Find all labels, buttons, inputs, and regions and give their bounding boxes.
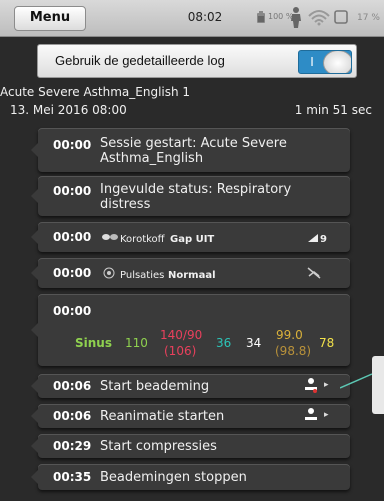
entry-notch xyxy=(31,323,38,337)
person-icon xyxy=(291,7,301,28)
chevron-right-icon: ▸ xyxy=(324,380,329,390)
log-entry[interactable]: 00:06 Reanimatie starten ▸ xyxy=(31,404,350,428)
vital-blood-pressure: 140/90 xyxy=(160,328,203,342)
toggle-on-label: I xyxy=(310,55,314,69)
percent-text: 17 % xyxy=(357,13,380,23)
entry-time: 00:29 xyxy=(53,439,92,453)
vital-temperature-core: (98.8) xyxy=(275,344,312,358)
log-entry[interactable]: 00:35 Beademingen stoppen xyxy=(31,464,350,490)
entry-notch xyxy=(31,143,38,157)
entry-time: 00:00 xyxy=(53,266,92,280)
log-entry[interactable]: 00:00 Sessie gestart: Acute Severe Asthm… xyxy=(31,128,350,172)
log-entry[interactable]: 00:06 Start beademing ▸ xyxy=(31,374,350,398)
entry-time: 00:00 xyxy=(53,230,92,244)
scenario-duration: 1 min 51 sec xyxy=(294,103,372,117)
entry-notch xyxy=(31,470,38,484)
status-bar: Menu 08:02 100 % 17 % xyxy=(0,0,384,37)
stethoscope-icon xyxy=(102,234,118,240)
entry-time: 00:35 xyxy=(53,470,92,484)
vital-map: (106) xyxy=(164,344,197,358)
entry-notch xyxy=(31,230,38,244)
entry-time: 00:00 xyxy=(53,184,92,198)
menu-button[interactable]: Menu xyxy=(14,6,86,31)
log-entry[interactable]: 00:00 Ingevulde status: Respiratory dist… xyxy=(31,176,350,216)
entry-label: Korotkoff xyxy=(120,234,165,245)
scenario-date: 13. Mei 2016 08:00 xyxy=(10,103,127,117)
entry-notch xyxy=(31,409,38,423)
vital-rhythm: Sinus xyxy=(75,336,112,350)
entry-value: Normaal xyxy=(168,270,216,281)
vital-temperature: 99.0 xyxy=(276,328,303,342)
entry-time: 00:00 xyxy=(53,138,92,152)
wifi-icon xyxy=(308,10,330,26)
entry-time: 00:06 xyxy=(53,379,92,393)
caregiver-icon xyxy=(305,408,317,420)
detailed-log-bar: Gebruik de gedetailleerde log I xyxy=(37,44,357,78)
entry-text: Ingevulde status: Respiratory distress xyxy=(100,182,292,212)
entry-text: Sessie gestart: Acute Severe Asthma_Engl… xyxy=(100,136,287,166)
entry-text: Start compressies xyxy=(100,439,217,454)
log-entry[interactable]: 00:29 Start compressies xyxy=(31,434,350,458)
pulse-icon xyxy=(103,267,115,279)
entry-notch xyxy=(31,189,38,203)
vital-etco2: 34 xyxy=(246,336,262,350)
pulse-off-icon xyxy=(307,267,321,279)
signal-icon xyxy=(308,234,318,242)
log-entry[interactable]: 00:00 Korotkoff Gap UIT 9 xyxy=(31,222,350,252)
vital-spo2: 78 xyxy=(319,336,335,350)
clock: 08:02 xyxy=(187,10,223,24)
entry-text: Beademingen stoppen xyxy=(100,470,247,485)
vital-resp-rate: 36 xyxy=(216,336,232,350)
entry-notch xyxy=(31,439,38,453)
log-entry[interactable]: 00:00 Pulsaties Normaal xyxy=(31,258,350,288)
scenario-name: Acute Severe Asthma_English 1 xyxy=(0,85,191,99)
entry-value: Gap UIT xyxy=(170,234,215,245)
caregiver-icon xyxy=(305,378,317,393)
callout-panel xyxy=(372,356,384,414)
entry-right-value: 9 xyxy=(320,234,327,245)
chevron-right-icon: ▸ xyxy=(324,410,329,420)
detailed-log-toggle[interactable]: I xyxy=(298,50,352,74)
detailed-log-label: Gebruik de gedetailleerde log xyxy=(55,53,225,68)
entry-time: 00:00 xyxy=(53,304,92,318)
screen-icon xyxy=(334,10,348,24)
entry-notch xyxy=(31,379,38,393)
entry-text: Reanimatie starten xyxy=(100,409,225,424)
vital-heart-rate: 110 xyxy=(125,336,148,350)
toggle-knob[interactable] xyxy=(323,51,351,73)
entry-notch xyxy=(31,266,38,280)
entry-time: 00:06 xyxy=(53,409,92,423)
entry-label: Pulsaties xyxy=(120,270,165,281)
entry-text: Start beademing xyxy=(100,379,210,394)
battery-icon xyxy=(257,11,265,23)
